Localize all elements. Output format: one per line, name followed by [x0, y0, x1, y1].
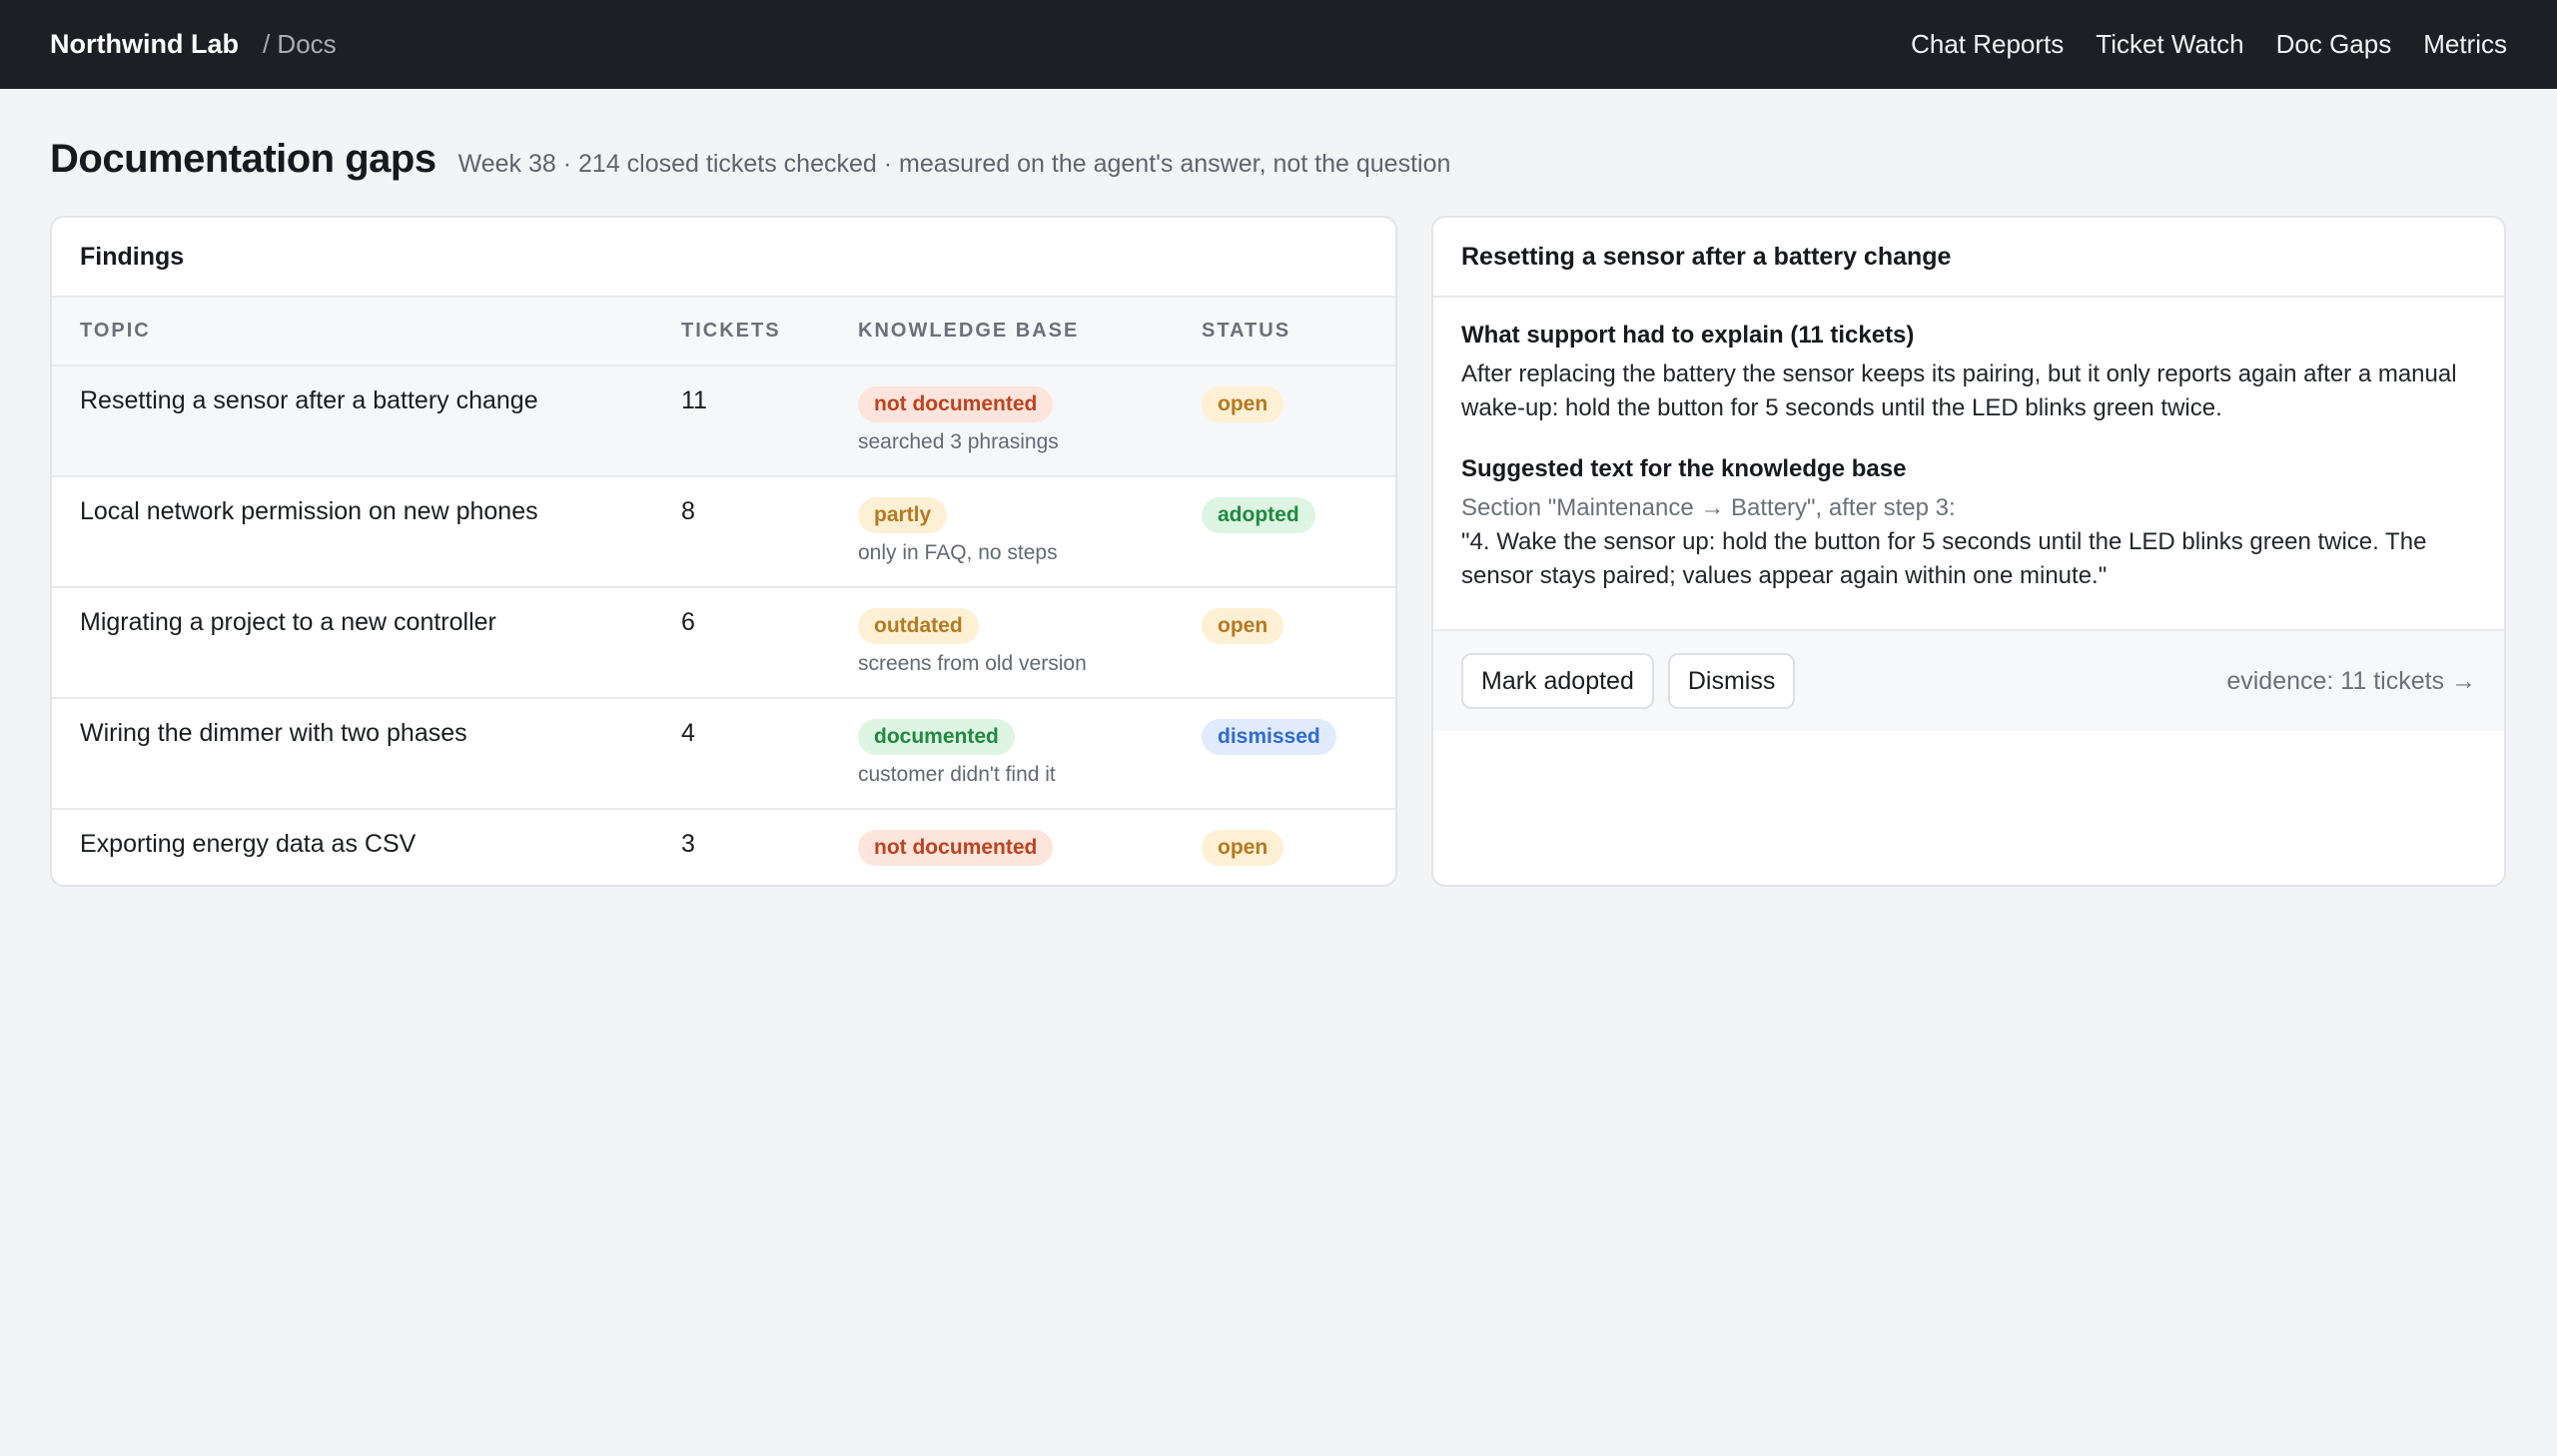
- explain-text: After replacing the battery the sensor k…: [1461, 361, 2457, 421]
- row-tickets: 3: [681, 830, 695, 858]
- row-topic: Wiring the dimmer with two phases: [80, 719, 467, 747]
- table-row[interactable]: Migrating a project to a new controller …: [52, 587, 1395, 698]
- suggest-section: Section "Maintenance → Battery", after s…: [1461, 494, 1956, 521]
- row-tickets: 4: [681, 719, 695, 747]
- kb-note: screens from old version: [858, 652, 1087, 675]
- row-topic: Local network permission on new phones: [80, 497, 538, 525]
- brand-logo[interactable]: Northwind Lab: [50, 29, 239, 60]
- status-badge: dismissed: [1202, 719, 1336, 755]
- page-title: Documentation gaps: [50, 137, 436, 181]
- table-row[interactable]: Local network permission on new phones 8…: [52, 476, 1395, 587]
- status-badge: adopted: [1202, 497, 1315, 533]
- top-bar: Northwind Lab / Docs Chat Reports Ticket…: [0, 0, 2557, 89]
- table-row[interactable]: Wiring the dimmer with two phases 4 docu…: [52, 698, 1395, 809]
- suggest-text: "4. Wake the sensor up: hold the button …: [1461, 528, 2427, 589]
- kb-badge: not documented: [858, 830, 1054, 866]
- breadcrumb[interactable]: / Docs: [263, 29, 337, 60]
- nav-chat-reports[interactable]: Chat Reports: [1911, 29, 2064, 60]
- dismiss-button[interactable]: Dismiss: [1667, 653, 1796, 709]
- page-header: Documentation gaps Week 38 · 214 closed …: [0, 89, 2557, 217]
- kb-note: searched 3 phrasings: [858, 430, 1059, 453]
- detail-card: Resetting a sensor after a battery chang…: [1431, 216, 2506, 887]
- col-tickets[interactable]: TICKETS: [681, 298, 858, 366]
- table-row[interactable]: Resetting a sensor after a battery chang…: [52, 365, 1395, 476]
- nav-ticket-watch[interactable]: Ticket Watch: [2096, 29, 2243, 60]
- row-tickets: 8: [681, 497, 695, 525]
- col-status[interactable]: STATUS: [1202, 298, 1395, 366]
- findings-card: Findings TOPIC TICKETS KNOWLEDGE BASE ST…: [50, 216, 1397, 887]
- kb-note: customer didn't find it: [858, 763, 1056, 786]
- detail-title: Resetting a sensor after a battery chang…: [1433, 218, 2504, 298]
- row-topic: Resetting a sensor after a battery chang…: [80, 386, 538, 414]
- status-badge: open: [1202, 386, 1284, 422]
- explain-heading: What support had to explain (11 tickets): [1461, 322, 1915, 349]
- page-subtitle: Week 38 · 214 closed tickets checked · m…: [457, 150, 1451, 178]
- detail-actions: Mark adopted Dismiss evidence: 11 ticket…: [1433, 631, 2504, 731]
- row-topic: Migrating a project to a new controller: [80, 608, 496, 636]
- col-topic[interactable]: TOPIC: [52, 298, 681, 366]
- main-nav: Chat Reports Ticket Watch Doc Gaps Metri…: [1911, 29, 2507, 60]
- table-row[interactable]: Exporting energy data as CSV 3 not docum…: [52, 809, 1395, 883]
- row-topic: Exporting energy data as CSV: [80, 830, 417, 858]
- kb-badge: outdated: [858, 608, 979, 644]
- findings-title: Findings: [52, 218, 1395, 298]
- row-tickets: 6: [681, 608, 695, 636]
- nav-doc-gaps[interactable]: Doc Gaps: [2276, 29, 2392, 60]
- suggest-heading: Suggested text for the knowledge base: [1461, 455, 1907, 482]
- col-knowledge-base[interactable]: KNOWLEDGE BASE: [858, 298, 1202, 366]
- nav-metrics[interactable]: Metrics: [2423, 29, 2507, 60]
- kb-badge: documented: [858, 719, 1015, 755]
- row-tickets: 11: [681, 386, 707, 414]
- evidence-link[interactable]: evidence: 11 tickets →: [2226, 667, 2476, 696]
- status-badge: open: [1202, 830, 1284, 866]
- findings-table: TOPIC TICKETS KNOWLEDGE BASE STATUS Rese…: [52, 298, 1395, 883]
- mark-adopted-button[interactable]: Mark adopted: [1461, 653, 1654, 709]
- detail-body: What support had to explain (11 tickets)…: [1433, 298, 2504, 631]
- kb-badge: not documented: [858, 386, 1054, 422]
- kb-note: only in FAQ, no steps: [858, 541, 1058, 564]
- status-badge: open: [1202, 608, 1284, 644]
- kb-badge: partly: [858, 497, 948, 533]
- content-area: Findings TOPIC TICKETS KNOWLEDGE BASE ST…: [0, 216, 2557, 887]
